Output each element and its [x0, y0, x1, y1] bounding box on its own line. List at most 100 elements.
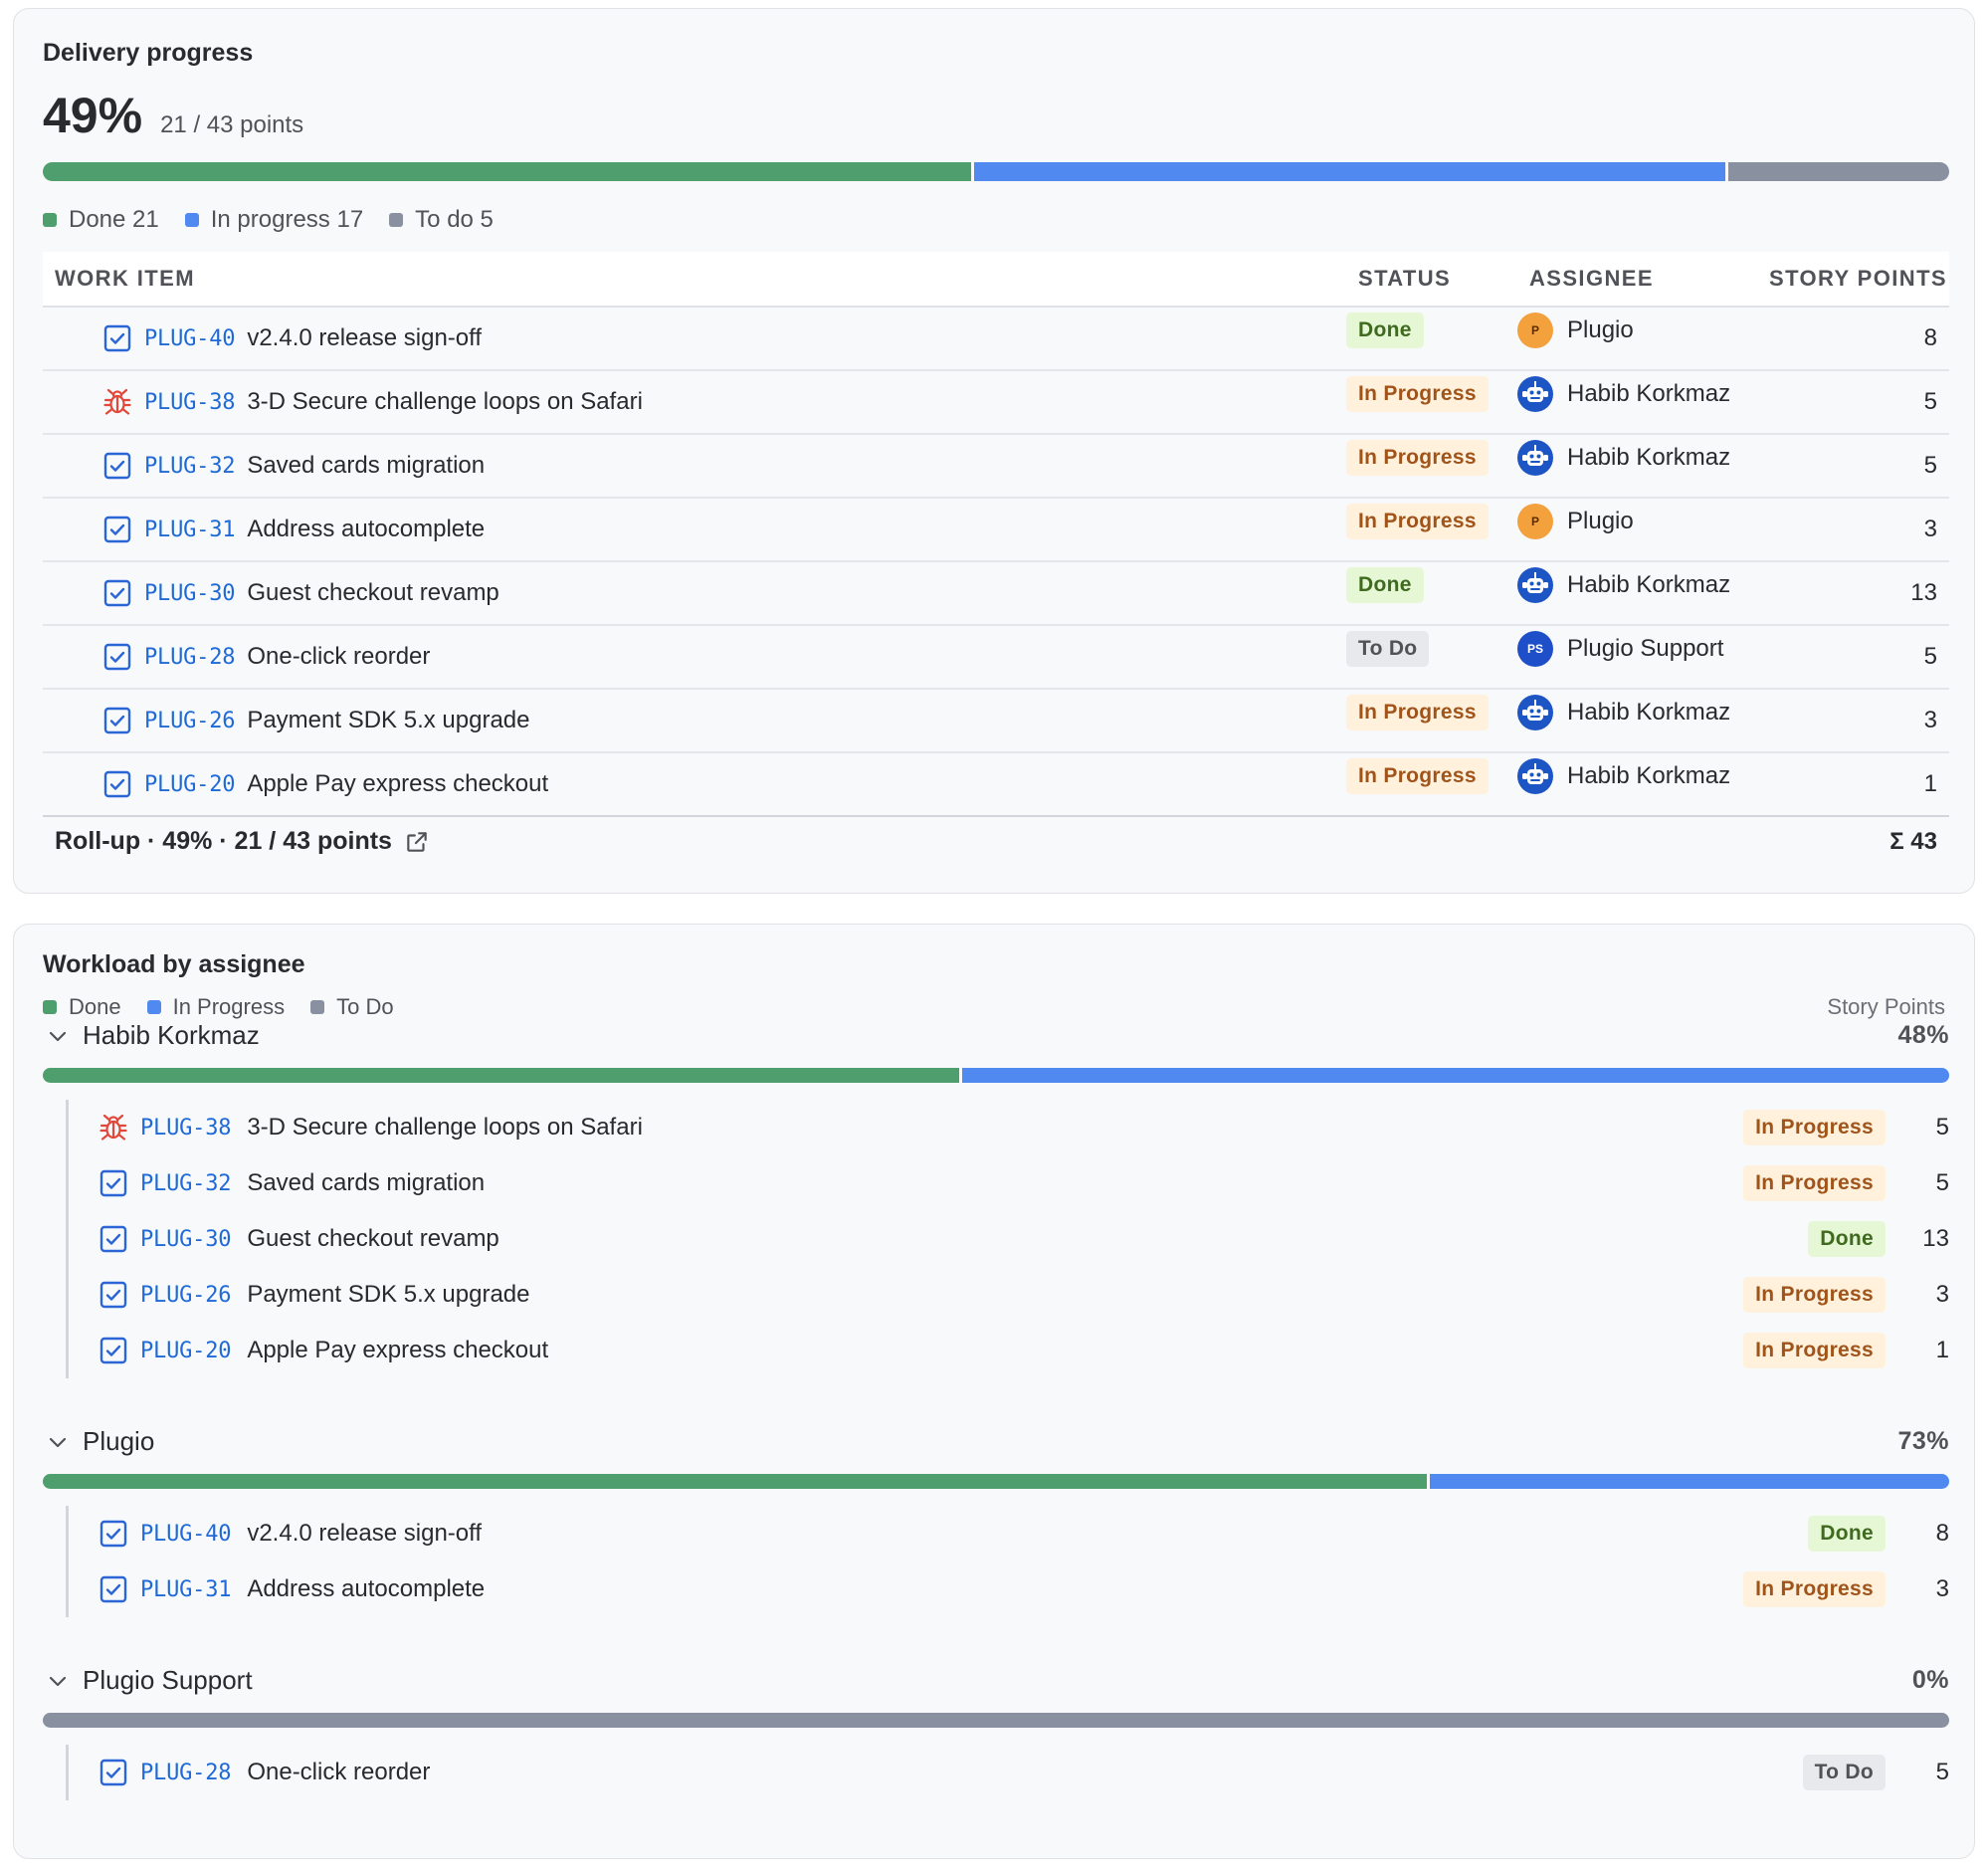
issue-key-link[interactable]: PLUG-26: [144, 709, 236, 733]
column-story-points[interactable]: STORY POINTS: [1728, 266, 1947, 292]
assignee-cell[interactable]: PS Plugio Support: [1517, 631, 1776, 667]
legend-in-progress-label: In Progress: [172, 994, 286, 1019]
issue-summary[interactable]: 3-D Secure challenge loops on Safari: [247, 1114, 643, 1142]
status-lozenge[interactable]: Done: [1808, 1516, 1886, 1552]
delivery-legend: Done 21 In progress 17 To do 5: [43, 206, 519, 234]
status-lozenge[interactable]: Done: [1346, 567, 1424, 603]
issue-key-link[interactable]: PLUG-20: [144, 772, 236, 797]
status-lozenge[interactable]: In Progress: [1346, 376, 1489, 412]
issue-summary[interactable]: Guest checkout revamp: [247, 579, 498, 607]
table-row[interactable]: PLUG-26 Payment SDK 5.x upgrade In Progres…: [43, 690, 1949, 753]
status-lozenge[interactable]: To Do: [1802, 1755, 1886, 1790]
assignee-cell[interactable]: P Plugio: [1517, 504, 1776, 539]
issue-summary[interactable]: 3-D Secure challenge loops on Safari: [247, 388, 643, 416]
table-row[interactable]: PLUG-40 v2.4.0 release sign-off Done P Plugi…: [43, 308, 1949, 371]
issue-key-link[interactable]: PLUG-31: [144, 518, 236, 542]
avatar: [1517, 758, 1553, 794]
issue-key-link[interactable]: PLUG-32: [140, 1171, 232, 1196]
list-item[interactable]: PLUG-32 Saved cards migration In Progress 5: [69, 1155, 1949, 1211]
column-assignee[interactable]: ASSIGNEE: [1529, 266, 1728, 292]
issue-summary[interactable]: Apple Pay express checkout: [247, 770, 548, 798]
issue-summary[interactable]: Saved cards migration: [247, 1169, 485, 1197]
assignee-name: Plugio Support: [83, 1665, 253, 1695]
table-row[interactable]: PLUG-30 Guest checkout revamp Done Habib Ko…: [43, 562, 1949, 626]
chevron-down-icon[interactable]: [43, 1427, 73, 1457]
status-lozenge[interactable]: In Progress: [1346, 440, 1489, 476]
assignee-cell[interactable]: Habib Korkmaz: [1517, 695, 1776, 730]
list-item[interactable]: PLUG-31 Address autocomplete In Progress 3: [69, 1561, 1949, 1617]
list-item[interactable]: PLUG-30 Guest checkout revamp Done 13: [69, 1211, 1949, 1267]
assignee-cell[interactable]: Habib Korkmaz: [1517, 376, 1776, 412]
issue-summary[interactable]: Address autocomplete: [247, 1575, 485, 1603]
issue-key-link[interactable]: PLUG-28: [140, 1761, 232, 1785]
table-row[interactable]: PLUG-20 Apple Pay express checkout In Prog…: [43, 753, 1949, 817]
issue-summary[interactable]: v2.4.0 release sign-off: [247, 1520, 482, 1548]
task-icon: [99, 1336, 128, 1365]
assignee-cell[interactable]: Habib Korkmaz: [1517, 758, 1776, 794]
list-item[interactable]: PLUG-26 Payment SDK 5.x upgrade In Progres…: [69, 1267, 1949, 1323]
column-work-item[interactable]: WORK ITEM: [55, 266, 1358, 292]
assignee-cell[interactable]: P Plugio: [1517, 312, 1776, 348]
issue-summary[interactable]: Apple Pay express checkout: [247, 1337, 548, 1364]
issue-key-link[interactable]: PLUG-26: [140, 1283, 232, 1308]
in-progress-segment: [1430, 1474, 1949, 1489]
issue-key-link[interactable]: PLUG-30: [140, 1227, 232, 1252]
status-cell: In Progress: [1346, 376, 1517, 412]
task-icon: [102, 769, 132, 799]
issue-summary[interactable]: Payment SDK 5.x upgrade: [247, 707, 529, 734]
list-item[interactable]: PLUG-20 Apple Pay express checkout In Prog…: [69, 1323, 1949, 1378]
status-lozenge[interactable]: In Progress: [1743, 1571, 1886, 1607]
assignee-group-header[interactable]: Plugio Support 0%: [43, 1665, 1949, 1696]
external-link-icon[interactable]: [404, 829, 430, 855]
issue-summary[interactable]: One-click reorder: [247, 1759, 430, 1786]
legend-done: Done: [43, 994, 121, 1020]
list-item[interactable]: PLUG-38 3-D Secure challenge loops on Saf…: [69, 1100, 1949, 1155]
status-lozenge[interactable]: In Progress: [1346, 695, 1489, 730]
issue-key-link[interactable]: PLUG-32: [144, 454, 236, 479]
issue-key-link[interactable]: PLUG-40: [144, 326, 236, 351]
status-lozenge[interactable]: To Do: [1346, 631, 1430, 667]
issue-summary[interactable]: Address autocomplete: [247, 516, 485, 543]
issue-key-link[interactable]: PLUG-31: [140, 1577, 232, 1602]
assignee-name: Plugio: [1567, 316, 1634, 343]
story-points: 5: [1923, 643, 1937, 670]
issue-key-link[interactable]: PLUG-38: [144, 390, 236, 415]
chevron-down-icon[interactable]: [43, 1021, 73, 1051]
work-item-cell: PLUG-31 Address autocomplete: [43, 515, 1346, 544]
task-icon: [102, 642, 132, 672]
status-lozenge[interactable]: In Progress: [1743, 1110, 1886, 1145]
table-row[interactable]: PLUG-32 Saved cards migration In Progress H…: [43, 435, 1949, 499]
issue-key-link[interactable]: PLUG-38: [140, 1116, 232, 1141]
assignee-cell[interactable]: Habib Korkmaz: [1517, 567, 1776, 603]
assignee-group-header[interactable]: Habib Korkmaz 48%: [43, 1020, 1949, 1051]
issue-key-link[interactable]: PLUG-20: [140, 1339, 232, 1363]
list-item[interactable]: PLUG-28 One-click reorder To Do 5: [69, 1745, 1949, 1800]
story-points: 13: [1922, 1225, 1949, 1252]
chevron-down-icon[interactable]: [43, 1666, 73, 1696]
status-lozenge[interactable]: In Progress: [1346, 758, 1489, 794]
assignee-group-header[interactable]: Plugio 73%: [43, 1426, 1949, 1457]
issue-summary[interactable]: Payment SDK 5.x upgrade: [247, 1281, 529, 1309]
list-item[interactable]: PLUG-40 v2.4.0 release sign-off Done 8: [69, 1506, 1949, 1561]
legend-todo-label: To Do: [336, 994, 394, 1019]
status-lozenge[interactable]: In Progress: [1743, 1277, 1886, 1313]
table-row[interactable]: PLUG-31 Address autocomplete In Progress P P…: [43, 499, 1949, 562]
status-lozenge[interactable]: In Progress: [1346, 504, 1489, 539]
bug-icon: [99, 1113, 128, 1143]
issue-summary[interactable]: v2.4.0 release sign-off: [247, 324, 482, 352]
table-row[interactable]: PLUG-38 3-D Secure challenge loops on Saf…: [43, 371, 1949, 435]
work-item-table: WORK ITEM STATUS ASSIGNEE STORY POINTS P…: [43, 252, 1949, 817]
issue-summary[interactable]: Guest checkout revamp: [247, 1225, 498, 1253]
status-lozenge[interactable]: In Progress: [1743, 1333, 1886, 1368]
assignee-cell[interactable]: Habib Korkmaz: [1517, 440, 1776, 476]
issue-key-link[interactable]: PLUG-28: [144, 645, 236, 670]
table-row[interactable]: PLUG-28 One-click reorder To Do PS Plugio Su…: [43, 626, 1949, 690]
column-status[interactable]: STATUS: [1358, 266, 1529, 292]
issue-summary[interactable]: Saved cards migration: [247, 452, 485, 480]
issue-key-link[interactable]: PLUG-40: [140, 1522, 232, 1547]
status-lozenge[interactable]: Done: [1346, 312, 1424, 348]
issue-key-link[interactable]: PLUG-30: [144, 581, 236, 606]
status-lozenge[interactable]: In Progress: [1743, 1165, 1886, 1201]
status-lozenge[interactable]: Done: [1808, 1221, 1886, 1257]
issue-summary[interactable]: One-click reorder: [247, 643, 430, 671]
